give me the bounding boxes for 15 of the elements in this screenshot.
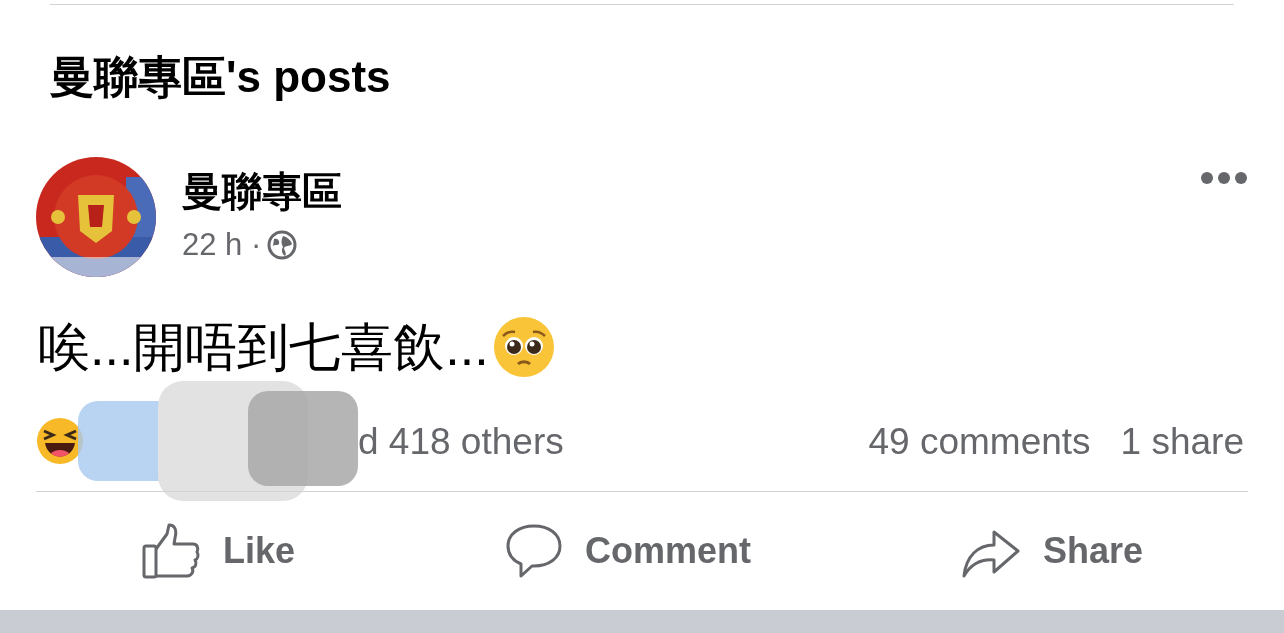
post-text: 唉...開唔到七喜飲... xyxy=(38,321,489,373)
reaction-summary[interactable]: d 418 others xyxy=(358,422,564,460)
comment-count[interactable]: 49 comments xyxy=(868,422,1091,460)
pleading-face-icon xyxy=(492,316,555,378)
action-button[interactable]: Share xyxy=(956,521,1147,581)
speech-bubble-icon xyxy=(504,522,563,580)
author-name[interactable]: 曼聯專區 xyxy=(182,171,342,211)
globe-icon xyxy=(267,229,298,260)
section-title: 曼聯專區's posts xyxy=(50,52,391,101)
more-options-icon[interactable] xyxy=(1200,171,1248,185)
thumbs-up-icon xyxy=(140,522,201,580)
action-button[interactable]: Like xyxy=(136,520,299,582)
share-count[interactable]: 1 share xyxy=(1120,422,1244,460)
post-time: 22 h · xyxy=(182,229,262,260)
action-button[interactable]: Comment xyxy=(500,520,755,582)
